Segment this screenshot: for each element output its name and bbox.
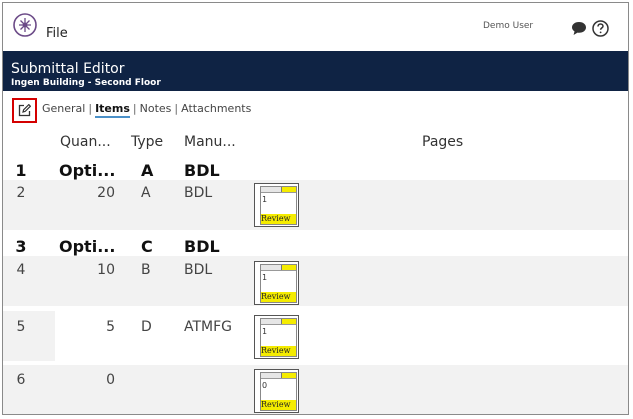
row-manufacturer: BDL bbox=[184, 161, 220, 180]
column-header-type[interactable]: Type bbox=[131, 134, 163, 150]
chat-icon[interactable] bbox=[571, 21, 587, 36]
help-icon[interactable] bbox=[592, 20, 609, 37]
row-number: 5 bbox=[16, 319, 26, 335]
table-row[interactable]: 3 Opti... C BDL bbox=[3, 234, 628, 256]
review-badge: Review bbox=[261, 400, 296, 410]
project-subtitle: Ingen Building - Second Floor bbox=[11, 78, 161, 88]
edit-button[interactable] bbox=[12, 98, 37, 123]
row-quantity: Opti... bbox=[59, 237, 116, 256]
tab-separator: | bbox=[132, 102, 137, 115]
row-number: 3 bbox=[15, 237, 27, 256]
column-header-quantity[interactable]: Quan... bbox=[60, 134, 111, 150]
editor-header: Submittal Editor Ingen Building - Second… bbox=[3, 51, 628, 91]
top-bar: File Demo User bbox=[3, 3, 628, 51]
row-number: 4 bbox=[16, 262, 26, 278]
page-count: 0 bbox=[262, 381, 268, 390]
table-row[interactable]: 6 0 0 Review bbox=[3, 365, 628, 414]
review-badge: Review bbox=[261, 346, 296, 356]
row-quantity: Opti... bbox=[59, 161, 116, 180]
file-menu[interactable]: File bbox=[46, 26, 68, 41]
page-thumbnail[interactable]: 1 Review bbox=[254, 183, 299, 227]
row-quantity: 20 bbox=[97, 185, 115, 201]
tab-notes[interactable]: Notes bbox=[140, 102, 172, 115]
column-header-manufacturer[interactable]: Manu... bbox=[184, 134, 236, 150]
row-number: 2 bbox=[16, 185, 26, 201]
row-type: A bbox=[141, 185, 151, 201]
column-header-pages: Pages bbox=[422, 134, 464, 150]
row-manufacturer: ATMFG bbox=[184, 319, 233, 335]
row-quantity: 5 bbox=[106, 319, 115, 335]
row-quantity: 10 bbox=[97, 262, 115, 278]
table-row[interactable]: 1 Opti... A BDL bbox=[3, 158, 628, 180]
page-thumbnail[interactable]: 1 Review bbox=[254, 315, 299, 359]
tab-separator: | bbox=[174, 102, 179, 115]
row-quantity: 0 bbox=[106, 372, 115, 388]
row-number: 6 bbox=[16, 372, 26, 388]
app-window: File Demo User Submittal Editor Ingen Bu… bbox=[2, 2, 629, 415]
row-type: B bbox=[141, 262, 151, 278]
row-type: C bbox=[141, 237, 153, 256]
row-number: 1 bbox=[15, 161, 27, 180]
tab-separator: | bbox=[88, 102, 93, 115]
row-type: D bbox=[141, 319, 152, 335]
review-badge: Review bbox=[261, 292, 296, 302]
tab-items[interactable]: Items bbox=[95, 102, 130, 118]
row-manufacturer: BDL bbox=[184, 262, 213, 278]
page-title: Submittal Editor bbox=[11, 61, 125, 77]
page-count: 1 bbox=[262, 327, 268, 336]
table-row[interactable]: 2 20 A BDL 1 Review bbox=[3, 180, 628, 230]
page-thumbnail[interactable]: 1 Review bbox=[254, 261, 299, 305]
page-count: 1 bbox=[262, 273, 268, 282]
tab-general[interactable]: General bbox=[42, 102, 85, 115]
row-manufacturer: BDL bbox=[184, 185, 213, 201]
page-thumbnail[interactable]: 0 Review bbox=[254, 369, 299, 413]
edit-icon bbox=[18, 104, 31, 117]
review-badge: Review bbox=[261, 214, 296, 224]
logo-icon bbox=[13, 13, 37, 37]
tab-attachments[interactable]: Attachments bbox=[181, 102, 251, 115]
page-count: 1 bbox=[262, 195, 268, 204]
row-manufacturer: BDL bbox=[184, 237, 220, 256]
table-row[interactable]: 4 10 B BDL 1 Review bbox=[3, 256, 628, 306]
row-type: A bbox=[141, 161, 154, 180]
tab-bar: General | Items | Notes | Attachments bbox=[42, 102, 251, 118]
user-name[interactable]: Demo User bbox=[483, 21, 533, 31]
table-row[interactable]: 5 5 D ATMFG 1 Review bbox=[3, 311, 628, 361]
